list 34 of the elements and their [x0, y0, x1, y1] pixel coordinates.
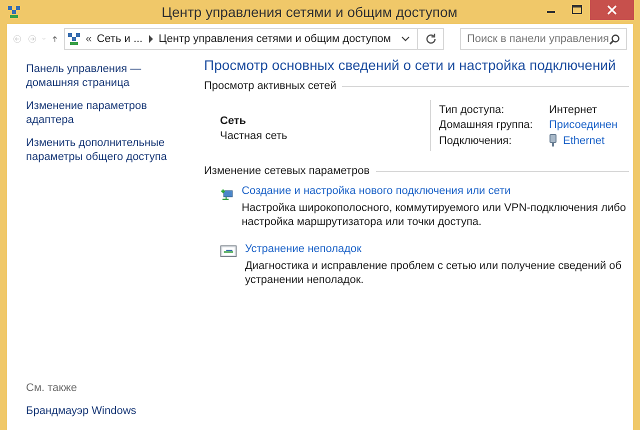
- section-heading: Просмотр активных сетей: [204, 80, 336, 92]
- network-icon: [66, 32, 81, 46]
- breadcrumb[interactable]: Сеть и ...: [96, 33, 143, 45]
- network-type: Частная сеть: [220, 130, 288, 142]
- connection-link[interactable]: Ethernet: [563, 134, 605, 146]
- refresh-icon[interactable]: [424, 33, 437, 45]
- property-link[interactable]: Присоединен: [549, 119, 618, 131]
- search-icon[interactable]: [608, 34, 620, 44]
- search-field[interactable]: Поиск в панели управления: [460, 28, 627, 50]
- task-link[interactable]: Устранение неполадок: [244, 243, 629, 255]
- task-link[interactable]: Создание и настройка нового подключения или сети: [242, 185, 629, 197]
- network-icon: [7, 5, 21, 19]
- see-also-heading: См. также: [26, 382, 78, 394]
- sidebar-link[interactable]: Изменение параметров адаптера: [26, 99, 196, 127]
- sidebar-link[interactable]: Брандмауэр Windows: [26, 404, 196, 418]
- property-label: Тип доступа:: [439, 104, 506, 116]
- address-bar[interactable]: « Сеть и ... Центр управления сетями и общим доступом: [64, 28, 444, 50]
- network-name: Сеть: [220, 115, 248, 127]
- breadcrumb[interactable]: Центр управления сетями и общим доступом: [158, 33, 391, 45]
- section-heading: Изменение сетевых параметров: [204, 165, 370, 177]
- ethernet-plug-icon: [549, 134, 557, 147]
- sidebar-link[interactable]: Изменить дополнительные параметры общего доступа: [26, 136, 196, 164]
- property-value: Интернет: [549, 104, 598, 116]
- overflow-chevron[interactable]: «: [86, 33, 92, 45]
- task-description: Настройка широкополосного, коммутируемого или VPN-подключения либо настройка маршрутизатора или точки доступа.: [242, 201, 628, 229]
- task-description: Диагностика и исправление проблем с сетью или получение сведений об устранении неполадок.: [244, 259, 623, 287]
- page-heading: Просмотр основных сведений о сети и настройка подключений: [204, 57, 617, 73]
- property-label: Домашняя группа:: [439, 119, 534, 131]
- close-icon[interactable]: [590, 0, 634, 20]
- window-title: Центр управления сетями и общим доступом: [160, 4, 458, 20]
- dropdown-icon[interactable]: [400, 36, 410, 42]
- sidebar-link[interactable]: Панель управления — домашняя страница: [26, 62, 196, 90]
- property-label: Подключения:: [439, 134, 513, 146]
- chevron-right-icon[interactable]: [148, 35, 154, 43]
